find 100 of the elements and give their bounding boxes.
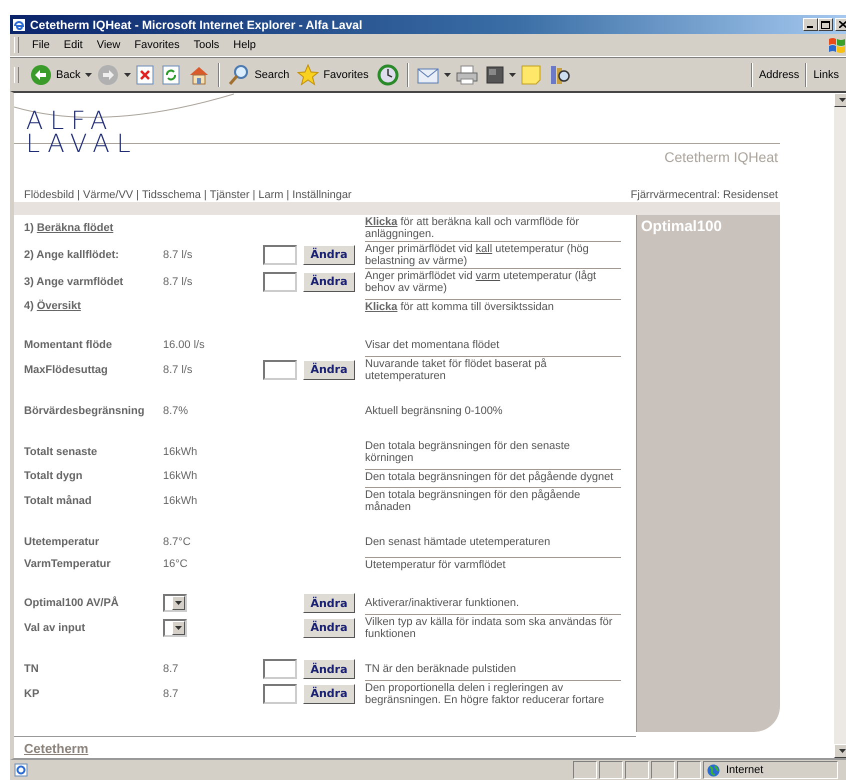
value-text: 8.7°C [163,536,192,548]
zone-label: Internet [726,764,764,776]
refresh-icon[interactable] [162,64,180,84]
stop-icon[interactable] [136,64,154,84]
description-text: Anger primärflödet vid kall utetemperatur (hög belastning av värme) [365,241,621,268]
maximize-icon [821,20,830,28]
edit-icon[interactable] [486,66,504,84]
caret-icon[interactable] [838,749,846,753]
search-button[interactable]: Search [225,64,292,86]
input-field[interactable] [263,244,297,264]
value-text: 8.7 l/s [163,248,194,260]
description-text: Nuvarande taket för flödet baserat på utetemperaturen [365,356,621,383]
caret-icon[interactable] [508,72,516,76]
step-link[interactable]: Översikt [36,300,81,312]
history-icon[interactable] [376,64,399,86]
field-label: 3) Ange varmflödet [23,276,124,288]
description-link[interactable]: Klicka [365,216,398,228]
books-icon[interactable] [548,64,571,86]
dropdown[interactable] [163,618,187,636]
input-field[interactable] [263,659,297,679]
field-label: Totalt månad [23,494,93,506]
caret-icon[interactable] [124,72,132,76]
value-text: 16kWh [163,494,198,506]
field-label: 2) Ange kallflödet: [23,248,120,260]
mail-icon[interactable] [416,66,439,84]
description-text: Visar det momentana flödet [365,338,500,352]
description-link[interactable]: kall [476,243,492,255]
description-text: Aktuell begränsning 0-100% [365,404,504,418]
change-button[interactable]: Ändra [303,684,355,704]
menu-item[interactable]: Help [226,37,263,53]
description-text: Klicka för att komma till översiktssidan [365,298,621,314]
value-text: 16kWh [163,446,198,458]
maximize-button[interactable] [818,18,833,31]
address-label[interactable]: Address [756,68,802,80]
nav-link[interactable]: Värme/VV [83,189,134,201]
dropdown[interactable] [163,594,187,612]
nav-link[interactable]: Tidsschema [142,189,201,201]
nav-link[interactable]: Flödesbild [24,189,74,201]
menu-item[interactable]: Edit [56,37,90,53]
field-label: Totalt dygn [23,470,84,482]
status-pane [625,761,649,779]
value-text: 8.7 l/s [163,364,194,376]
window-title: Cetetherm IQHeat - Microsoft Internet Explorer - Alfa Laval [30,18,364,32]
caret-icon[interactable] [175,626,182,630]
change-button[interactable]: Ändra [303,244,355,264]
nav-link[interactable]: Larm [258,189,284,201]
input-field[interactable] [263,684,297,704]
description-text: Anger primärflödet vid varm utetemperatur (lågt behov av värme) [365,268,621,295]
nav-separator: | [136,189,139,201]
value-text: 8.7% [163,405,190,417]
step-link[interactable]: Beräkna flödet [36,222,114,234]
description-text: Utetemperatur för varmflödet [365,556,621,572]
caret-icon[interactable] [85,72,92,76]
change-button[interactable]: Ändra [303,272,355,292]
site-name: Fjärrvärmecentral: Residenset [630,189,778,201]
description-link[interactable]: varm [476,270,500,282]
nav-link[interactable]: Inställningar [292,189,352,201]
panel-title: Optimal100 [640,217,723,237]
close-button[interactable] [835,18,846,31]
description-text: Klicka för att beräkna kall och varmflöde för anläggningen. [365,215,580,241]
change-button[interactable]: Ändra [303,618,355,638]
minimize-button[interactable] [803,18,818,31]
description-text: Den totala begränsningen för den senaste körningen [365,439,571,465]
product-title: Cetetherm IQHeat [664,149,778,165]
field-label: Optimal100 AV/PÅ [23,597,120,609]
home-icon[interactable] [188,64,210,84]
footer-logo: Cetetherm [24,741,88,756]
nav-separator: | [252,189,256,201]
value-text: 16°C [163,558,189,570]
change-button[interactable]: Ändra [303,659,355,679]
description-link[interactable]: Klicka [365,300,398,312]
menu-item[interactable]: Favorites [127,37,187,53]
nav-link[interactable]: Tjänster [210,189,250,201]
step-number: 1) [24,222,34,234]
star-icon [297,64,320,86]
field-label: Utetemperatur [23,536,100,548]
caret-icon[interactable] [838,98,846,102]
back-button[interactable]: Back [27,64,84,86]
input-field[interactable] [263,272,297,292]
field-label: Val av input [23,622,86,634]
status-pane [573,761,597,779]
logo: ALFA LAVAL [26,109,138,155]
links-button[interactable]: Links [810,68,842,80]
status-pane [677,761,701,779]
field-label: TN [23,663,40,675]
caret-icon[interactable] [444,72,451,76]
close-icon [838,21,846,28]
field-label: VarmTemperatur [23,558,112,570]
caret-icon[interactable] [175,601,182,605]
menu-item[interactable]: View [90,37,128,53]
menu-item[interactable]: File [25,37,57,53]
printer-icon[interactable] [456,64,478,84]
description-text: Den senast hämtade utetemperaturen [365,535,552,549]
change-button[interactable]: Ändra [303,593,355,613]
field-label: Börvärdesbegränsning [23,405,146,417]
menu-item[interactable]: Tools [186,37,226,53]
input-field[interactable] [263,360,297,380]
browser-icon [12,18,26,32]
favorites-button[interactable]: Favorites [294,64,372,86]
change-button[interactable]: Ändra [303,360,355,380]
